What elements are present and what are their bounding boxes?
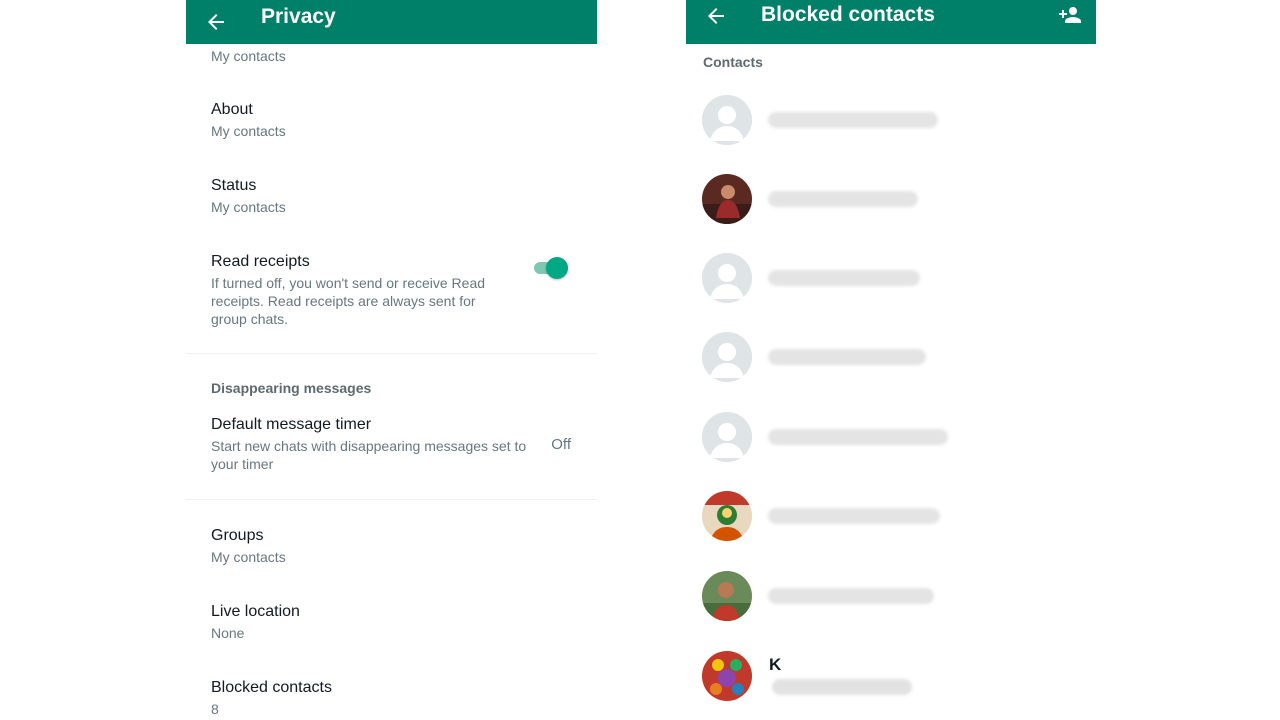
privacy-row-live-location[interactable]: Live location None [211, 602, 577, 642]
blocked-contact-row[interactable] [702, 571, 1082, 623]
row-subtitle: Start new chats with disappearing messag… [211, 438, 527, 472]
row-title: Groups [211, 527, 264, 544]
row-title: About [211, 101, 253, 118]
divider [186, 499, 597, 500]
back-arrow-icon[interactable] [204, 10, 228, 34]
blocked-contact-row[interactable]: K [702, 651, 1082, 703]
divider [186, 353, 597, 354]
page-title: Privacy [261, 5, 336, 28]
contact-photo-avatar [702, 571, 752, 621]
row-subtitle: My contacts [211, 549, 286, 565]
privacy-screen: Privacy My contacts About My contacts St… [186, 0, 597, 720]
contact-name: K [769, 655, 782, 674]
blocked-contact-row[interactable] [702, 253, 1082, 305]
redacted-status [772, 679, 912, 695]
contact-photo-avatar [702, 651, 752, 701]
blocked-contact-row[interactable] [702, 95, 1082, 147]
privacy-row-read-receipts[interactable]: Read receipts If turned off, you won't s… [211, 252, 507, 328]
redacted-number [768, 191, 918, 207]
redacted-number [768, 112, 938, 128]
back-arrow-icon[interactable] [704, 4, 728, 28]
row-title: Read receipts [211, 253, 310, 270]
row-title: Live location [211, 603, 300, 620]
row-subtitle: My contacts [211, 199, 286, 215]
row-title: Default message timer [211, 416, 372, 433]
blocked-contact-row[interactable] [702, 174, 1082, 226]
contact-photo-avatar [702, 174, 752, 224]
redacted-number [768, 349, 926, 365]
blocked-contact-row[interactable] [702, 491, 1082, 543]
redacted-number [768, 270, 920, 286]
privacy-row-about[interactable]: About My contacts [211, 100, 577, 140]
person-placeholder-icon [702, 253, 752, 303]
person-add-icon[interactable] [1058, 3, 1082, 27]
privacy-row-status[interactable]: Status My contacts [211, 176, 577, 216]
partial-row-subtitle: My contacts [211, 48, 286, 64]
blocked-app-bar: Blocked contacts [686, 0, 1096, 44]
section-header-contacts: Contacts [703, 54, 763, 70]
privacy-row-blocked-contacts[interactable]: Blocked contacts 8 [211, 678, 577, 718]
contact-photo-avatar [702, 491, 752, 541]
read-receipts-toggle[interactable] [534, 257, 568, 279]
person-placeholder-icon [702, 332, 752, 382]
row-title: Status [211, 177, 257, 194]
row-title: Blocked contacts [211, 679, 332, 696]
blocked-contact-row[interactable] [702, 332, 1082, 384]
row-subtitle: None [211, 625, 245, 641]
page-title: Blocked contacts [761, 3, 935, 26]
redacted-number [768, 508, 940, 524]
privacy-app-bar: Privacy [186, 0, 597, 44]
timer-value: Off [551, 436, 571, 453]
toggle-knob [546, 257, 568, 279]
row-subtitle: If turned off, you won't send or receive… [211, 275, 486, 327]
row-subtitle: 8 [211, 701, 219, 717]
row-subtitle: My contacts [211, 123, 286, 139]
person-placeholder-icon [702, 412, 752, 462]
blocked-contact-row[interactable] [702, 412, 1082, 464]
section-header-disappearing: Disappearing messages [211, 380, 372, 396]
redacted-number [768, 588, 934, 604]
privacy-row-groups[interactable]: Groups My contacts [211, 526, 577, 566]
privacy-row-default-timer[interactable]: Default message timer Start new chats wi… [211, 415, 527, 473]
redacted-number [768, 429, 948, 445]
blocked-contacts-screen: Blocked contacts Contacts K [686, 0, 1096, 720]
person-placeholder-icon [702, 95, 752, 145]
